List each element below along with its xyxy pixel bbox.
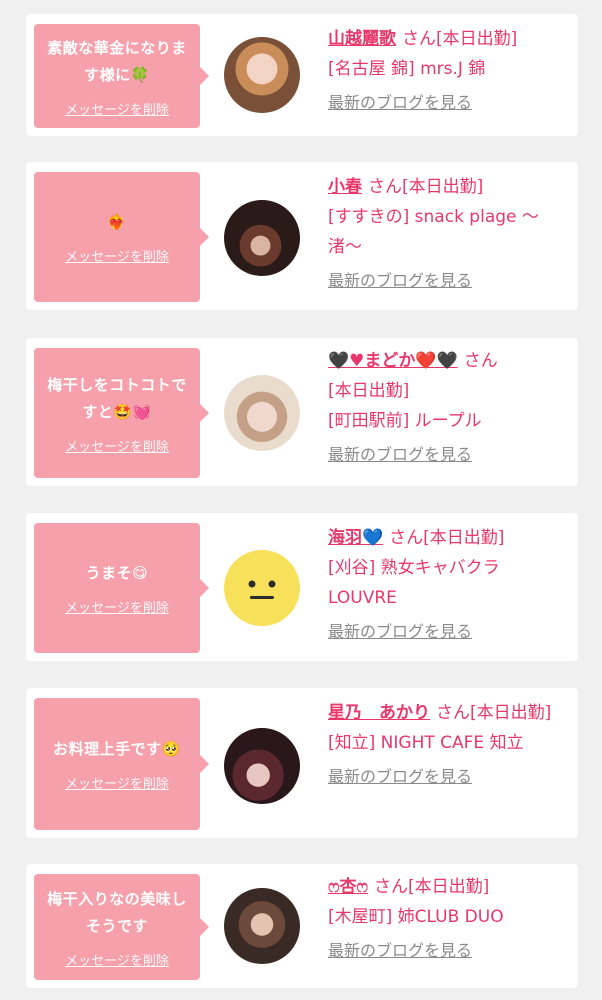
delete-message-link[interactable]: メッセージを削除 [65,246,169,265]
blog-link[interactable]: 最新のブログを見る [328,266,564,296]
honorific: さん [389,528,424,548]
status-badge: [本日出勤] [402,177,484,197]
message-text: お料理上手です🥺 [53,740,181,758]
message-text: ❤️‍🔥 [107,213,127,231]
honorific: さん [374,877,409,897]
honorific: さん [463,351,498,371]
avatar[interactable] [224,550,300,626]
profile-info: 星乃 あかり さん[本日出勤] [知立] NIGHT CAFE 知立 最新のブログ… [328,698,564,792]
avatar[interactable] [224,728,300,804]
delete-message-link[interactable]: メッセージを削除 [65,436,169,455]
shop-name: [すすきの] snack plage 〜渚〜 [328,207,539,257]
shop-name: [木屋町] 姉CLUB DUO [328,907,504,927]
profile-info: 海羽💙 さん[本日出勤] [刈谷] 熟女キャバクラ LOUVRE 最新のブログを見… [328,523,564,647]
profile-name-link[interactable]: 山越麗歌 [328,29,396,49]
list-item: うまそ😋 メッセージを削除 海羽💙 さん[本日出勤] [刈谷] 熟女キャバクラ L… [26,513,578,661]
profile-name-link[interactable]: 小春 [328,177,362,197]
blog-link[interactable]: 最新のブログを見る [328,762,564,792]
status-badge: [本日出勤] [423,528,505,548]
status-badge: [本日出勤] [470,703,552,723]
blog-link[interactable]: 最新のブログを見る [328,440,564,470]
message-text: 素敵な華金になります様に🍀 [47,38,187,84]
list-item: 素敵な華金になります様に🍀 メッセージを削除 山越麗歌 さん[本日出勤] [名古屋… [26,14,578,136]
shop-name: [町田駅前] ループル [328,411,482,431]
message-text: うまそ😋 [85,564,149,582]
status-badge: [本日出勤] [436,29,518,49]
profile-name-link[interactable]: 🖤♥まどか❤️🖤 [328,351,458,371]
profile-info: 山越麗歌 さん[本日出勤] [名古屋 錦] mrs.J 錦 最新のブログを見る [328,24,564,118]
message-list: 素敵な華金になります様に🍀 メッセージを削除 山越麗歌 さん[本日出勤] [名古屋… [0,0,602,1000]
avatar[interactable] [224,200,300,276]
message-bubble: うまそ😋 メッセージを削除 [34,523,209,653]
blog-link[interactable]: 最新のブログを見る [328,88,564,118]
shop-name: [刈谷] 熟女キャバクラ LOUVRE [328,558,500,608]
list-item: ❤️‍🔥 メッセージを削除 小春 さん[本日出勤] [すすきの] snack pl… [26,162,578,310]
blog-link[interactable]: 最新のブログを見る [328,936,564,966]
list-item: お料理上手です🥺 メッセージを削除 星乃 あかり さん[本日出勤] [知立] NI… [26,688,578,838]
message-bubble: お料理上手です🥺 メッセージを削除 [34,698,209,830]
honorific: さん [436,703,470,723]
face-sticker-icon [248,580,276,599]
message-bubble: 梅干しをコトコトですと🤩💓 メッセージを削除 [34,348,209,478]
avatar[interactable] [224,888,300,964]
delete-message-link[interactable]: メッセージを削除 [65,950,169,969]
profile-name-link[interactable]: 海羽💙 [328,528,383,548]
message-text: 梅干しをコトコトですと🤩💓 [47,375,187,421]
honorific: さん [402,29,436,49]
shop-name: [知立] NIGHT CAFE 知立 [328,733,524,753]
message-bubble: 素敵な華金になります様に🍀 メッセージを削除 [34,24,209,128]
blog-link[interactable]: 最新のブログを見る [328,617,564,647]
message-text: 梅干入りなの美味しそうです [47,889,187,935]
profile-info: 🖤♥まどか❤️🖤 さん [本日出勤] [町田駅前] ループル 最新のブログを見る [328,346,564,470]
delete-message-link[interactable]: メッセージを削除 [65,773,169,792]
profile-name-link[interactable]: 星乃 あかり [328,703,430,723]
delete-message-link[interactable]: メッセージを削除 [65,597,169,616]
list-item: 梅干しをコトコトですと🤩💓 メッセージを削除 🖤♥まどか❤️🖤 さん [本日出勤]… [26,338,578,486]
list-item: 梅干入りなの美味しそうです メッセージを削除 ෆ杏ෆ さん[本日出勤] [木屋町]… [26,864,578,988]
avatar[interactable] [224,375,300,451]
shop-name: [名古屋 錦] mrs.J 錦 [328,59,486,79]
profile-name-link[interactable]: ෆ杏ෆ [328,877,368,897]
profile-info: ෆ杏ෆ さん[本日出勤] [木屋町] 姉CLUB DUO 最新のブログを見る [328,872,564,966]
honorific: さん [368,177,402,197]
delete-message-link[interactable]: メッセージを削除 [65,99,169,118]
message-bubble: ❤️‍🔥 メッセージを削除 [34,172,209,302]
status-badge: [本日出勤] [408,877,490,897]
status-badge: [本日出勤] [328,381,410,401]
profile-info: 小春 さん[本日出勤] [すすきの] snack plage 〜渚〜 最新のブログ… [328,172,564,296]
avatar[interactable] [224,37,300,113]
message-bubble: 梅干入りなの美味しそうです メッセージを削除 [34,874,209,980]
